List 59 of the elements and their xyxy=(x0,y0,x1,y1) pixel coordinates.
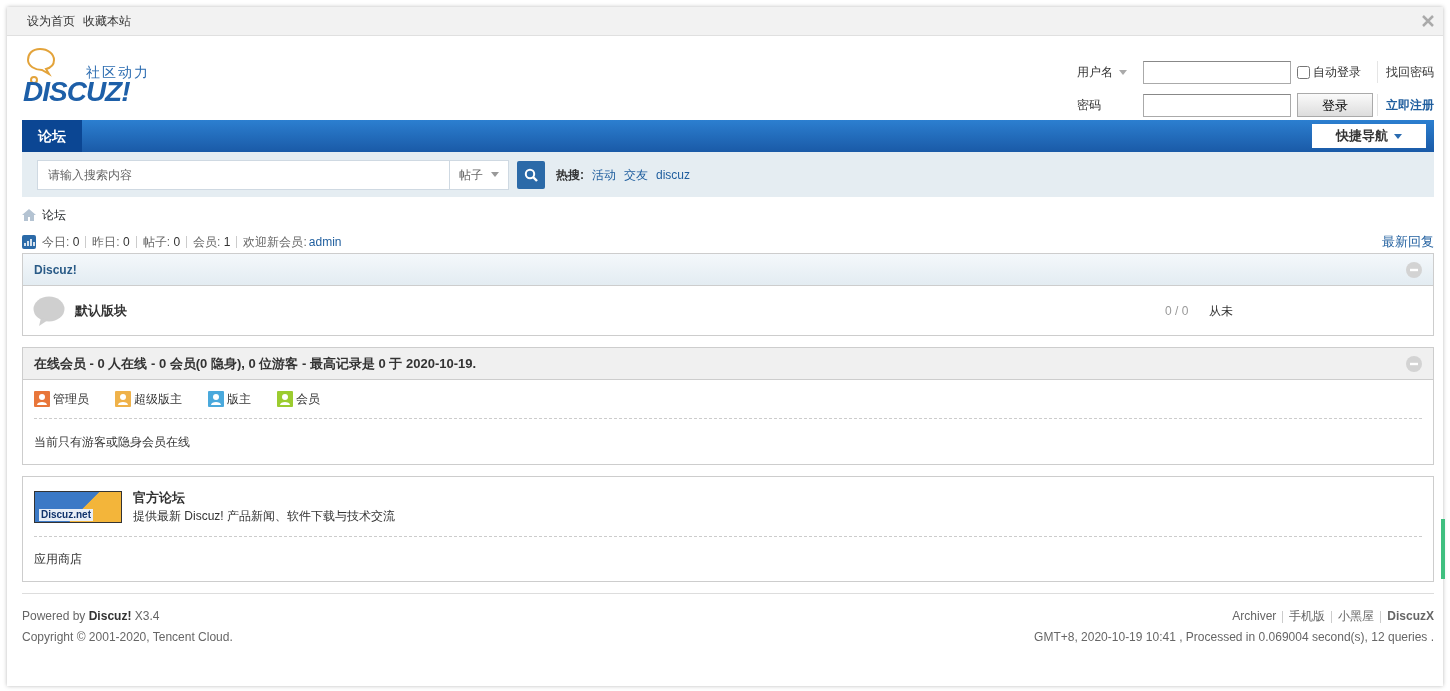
online-message: 当前只有游客或隐身会员在线 xyxy=(34,433,191,451)
forum-name[interactable]: 默认版块 xyxy=(75,300,127,321)
nav-tab[interactable]: 论坛 xyxy=(22,120,82,152)
hot-search-link[interactable]: 活动 xyxy=(592,165,616,184)
site-logo[interactable]: 社区动力 DISCUZ! xyxy=(22,36,162,112)
search-field[interactable]: 请输入搜索内容 xyxy=(37,159,449,190)
caret-icon xyxy=(491,172,499,177)
legend-label: 版主 xyxy=(227,391,251,408)
stat-text: 会员: 1 xyxy=(193,234,231,251)
legend-label: 超级版主 xyxy=(134,391,182,408)
caret-icon xyxy=(1394,133,1402,139)
speech-bubble-icon xyxy=(33,295,65,326)
home-icon xyxy=(22,209,36,221)
category-title[interactable]: Discuz! xyxy=(34,260,77,279)
toolbar-link[interactable]: 设为首页 xyxy=(27,12,75,30)
footer-link[interactable]: DiscuzX xyxy=(1387,606,1434,627)
remember-label[interactable]: 自动登录 xyxy=(1313,63,1361,82)
forum-last-post: 从未 xyxy=(1208,302,1234,320)
footer-link[interactable]: 手机版 xyxy=(1289,606,1326,627)
quick-nav-button[interactable]: 快捷导航 xyxy=(1312,124,1426,148)
account-link[interactable]: 立即注册 xyxy=(1377,94,1434,117)
stat-text: 今日: 0 xyxy=(42,234,80,251)
hot-search-link[interactable]: discuz xyxy=(656,165,690,184)
hot-search-label: 热搜: xyxy=(556,166,584,184)
password-field[interactable] xyxy=(1143,93,1291,117)
close-icon xyxy=(1421,14,1435,28)
online-title: 在线会员 - 0 人在线 - 0 会员(0 隐身), 0 位游客 - 最高记录是 0 于 2020-10-19. xyxy=(34,354,477,373)
forum-counts: 0 / 0 xyxy=(1165,302,1190,320)
remember-checkbox[interactable] xyxy=(1297,65,1310,79)
chart-icon xyxy=(22,235,36,249)
legend-label: 会员 xyxy=(296,391,320,408)
partner-logo[interactable]: Discuz.net xyxy=(34,490,122,523)
status-text: GMT+8, 2020-10-19 10:41 , Processed in 0.069004 second(s), 12 queries . xyxy=(1034,629,1434,646)
caret-icon xyxy=(1119,69,1127,75)
toolbar-link[interactable]: 收藏本站 xyxy=(83,12,131,30)
hot-search-link[interactable]: 交友 xyxy=(624,165,648,184)
legend-label: 管理员 xyxy=(53,391,89,408)
password-label: 密码 xyxy=(1077,97,1102,115)
breadcrumb-link[interactable]: 论坛 xyxy=(42,206,66,224)
footer-link[interactable]: 小黑屋 xyxy=(1338,606,1375,627)
copyright-text: Copyright © 2001-2020, Tencent Cloud. xyxy=(22,629,233,646)
welcome-text: 欢迎新会员: xyxy=(243,234,307,251)
new-member-link[interactable]: admin xyxy=(308,233,342,251)
login-button[interactable]: 登录 xyxy=(1297,93,1373,118)
partner-title[interactable]: 官方论坛 xyxy=(133,487,395,508)
username-field[interactable] xyxy=(1143,60,1291,84)
username-label: 用户名 xyxy=(1077,64,1113,82)
scrollbar-thumb[interactable] xyxy=(1441,519,1445,579)
stat-text: 帖子: 0 xyxy=(142,234,181,251)
powered-by-text: Powered by Discuz! X3.4 xyxy=(22,608,161,625)
search-icon xyxy=(524,167,538,182)
search-button[interactable] xyxy=(517,160,545,189)
footer-link[interactable]: Archiver xyxy=(1232,606,1277,627)
partner-description: 提供最新 Discuz! 产品新闻、软件下载与技术交流 xyxy=(133,509,395,524)
latest-replies-link[interactable]: 最新回复 xyxy=(1382,232,1434,252)
stat-text: 昨日: 0 xyxy=(92,234,130,251)
text-link[interactable]: 应用商店 xyxy=(34,537,1422,581)
account-link[interactable]: 找回密码 xyxy=(1377,61,1434,84)
search-type-dropdown[interactable]: 帖子 xyxy=(449,159,509,190)
